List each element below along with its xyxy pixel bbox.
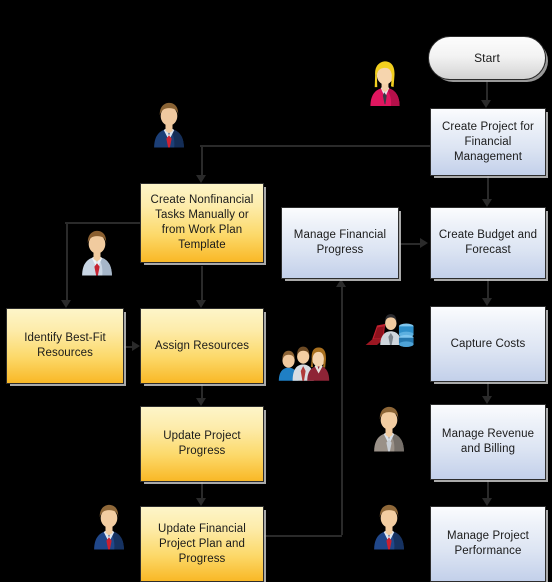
connector-create-nonfinancial-to-identify-bestfit-arrow — [61, 300, 71, 308]
connector-create-nonfinancial-to-assign-resources-v — [201, 266, 203, 302]
connector-manage-revenue-to-manage-performance-arrow — [482, 498, 492, 506]
connector-create-project-to-create-nonfinancial-arrow — [196, 175, 206, 183]
person-female-pink-icon — [364, 58, 406, 106]
node-create-budget[interactable]: Create Budget and Forecast — [430, 207, 546, 279]
person-male-navy-suit-icon — [148, 98, 190, 148]
person-male-shirt-tie-icon — [76, 226, 118, 276]
node-label-update-financial: Update Financial Project Plan and Progre… — [158, 522, 246, 565]
connector-create-project-to-create-nonfinancial-h — [200, 145, 430, 147]
connector-create-nonfinancial-to-identify-bestfit-v — [66, 222, 68, 302]
node-label-assign-resources: Assign Resources — [154, 339, 250, 352]
person-male-grey-suit-icon — [368, 402, 410, 452]
node-label-capture-costs: Capture Costs — [450, 337, 526, 350]
node-assign-resources[interactable]: Assign Resources — [140, 308, 264, 384]
node-manage-revenue[interactable]: Manage Revenue and Billing — [430, 404, 546, 480]
connector-update-project-to-update-financial-arrow — [196, 498, 206, 506]
connector-capture-costs-to-manage-revenue-arrow — [482, 396, 492, 404]
connector-manage-financial-to-create-budget-h — [399, 243, 422, 245]
node-label-manage-revenue: Manage Revenue and Billing — [441, 428, 535, 455]
node-start[interactable]: Start — [428, 36, 546, 80]
node-manage-performance[interactable]: Manage Project Performance — [430, 506, 546, 582]
connector-create-budget-to-capture-costs-arrow — [482, 298, 492, 306]
people-group-icon — [278, 334, 330, 382]
connector-update-financial-to-manage-financial-h — [264, 535, 342, 537]
flowchart-canvas: Start Create Project for Financial Manage… — [0, 0, 552, 582]
connector-update-financial-to-manage-financial-arrow — [336, 279, 346, 287]
connector-identify-bestfit-to-assign-resources-arrow — [132, 341, 140, 351]
node-update-project[interactable]: Update Project Progress — [140, 406, 264, 482]
node-label-manage-financial: Manage Financial Progress — [293, 229, 387, 256]
node-label-create-budget: Create Budget and Forecast — [438, 229, 538, 256]
node-create-project[interactable]: Create Project for Financial Management — [430, 108, 546, 176]
person-male-blue-suit-icon — [368, 500, 410, 550]
person-laptop-database-icon — [364, 310, 416, 354]
connector-update-financial-to-manage-financial-v — [341, 285, 343, 535]
person-male-blue-suit-icon — [88, 500, 130, 550]
connector-create-project-to-create-budget-v — [487, 176, 489, 201]
connector-create-nonfinancial-to-assign-resources-arrow — [196, 300, 206, 308]
connector-create-project-to-create-nonfinancial-v — [201, 145, 203, 177]
node-label-start: Start — [474, 50, 500, 65]
connector-assign-resources-to-update-project-arrow — [196, 398, 206, 406]
connector-manage-financial-to-create-budget-arrow — [420, 238, 428, 248]
node-label-update-project: Update Project Progress — [163, 430, 241, 457]
node-identify-bestfit[interactable]: Identify Best-Fit Resources — [6, 308, 124, 384]
node-label-create-nonfinancial: Create Nonfinancial Tasks Manually or fr… — [150, 194, 254, 251]
connector-start-to-create-project-v — [486, 80, 488, 102]
connector-create-project-to-create-budget-arrow — [482, 199, 492, 207]
node-label-manage-performance: Manage Project Performance — [447, 530, 529, 557]
node-label-identify-bestfit: Identify Best-Fit Resources — [24, 332, 106, 359]
node-capture-costs[interactable]: Capture Costs — [430, 306, 546, 382]
connector-create-budget-to-capture-costs-v — [487, 279, 489, 300]
node-update-financial[interactable]: Update Financial Project Plan and Progre… — [140, 506, 264, 582]
connector-manage-revenue-to-manage-performance-v — [487, 480, 489, 500]
node-create-nonfinancial[interactable]: Create Nonfinancial Tasks Manually or fr… — [140, 183, 264, 263]
connector-create-nonfinancial-to-identify-bestfit-h — [65, 222, 140, 224]
node-manage-financial[interactable]: Manage Financial Progress — [281, 207, 399, 279]
node-label-create-project: Create Project for Financial Management — [442, 120, 534, 163]
connector-start-to-create-project-arrow — [481, 100, 491, 108]
